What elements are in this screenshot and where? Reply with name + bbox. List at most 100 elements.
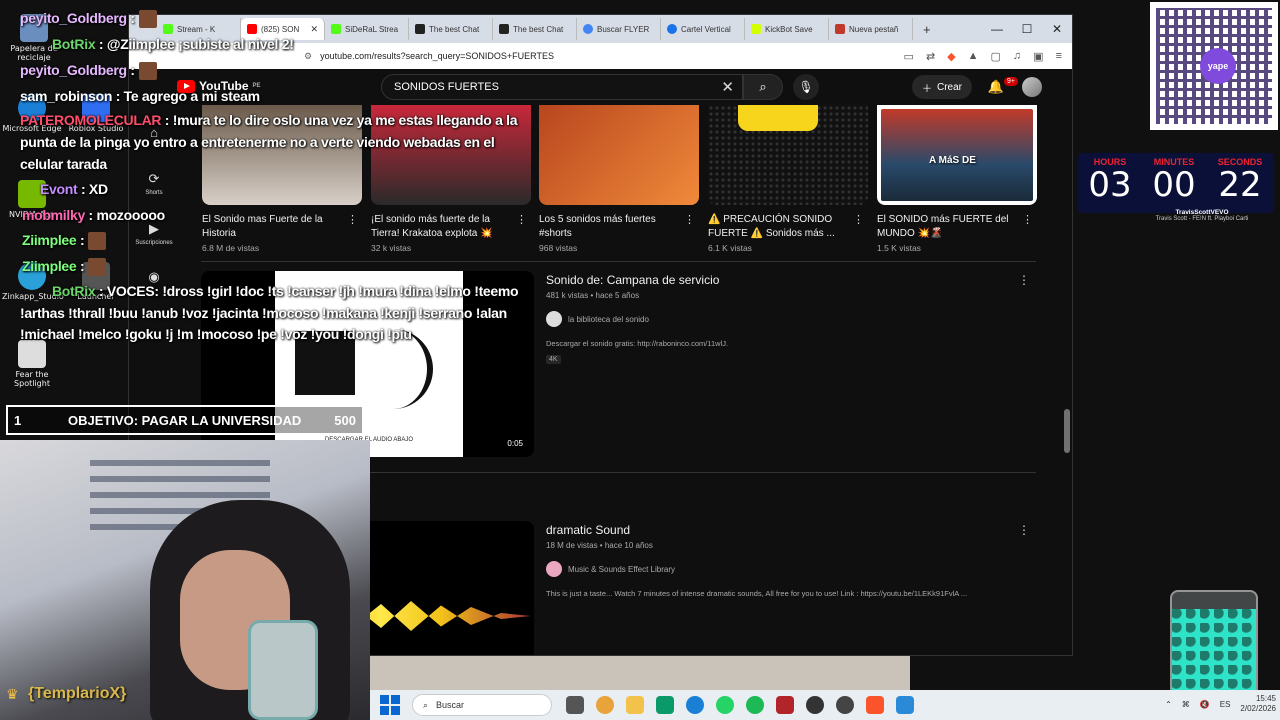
short-thumbnail[interactable] <box>202 105 362 205</box>
cast-icon[interactable]: ▭ <box>904 50 914 63</box>
notepad-icon[interactable] <box>896 696 914 714</box>
sidebar-item-you[interactable]: ◉ <box>129 269 179 288</box>
youtube-logo[interactable]: YouTube PE <box>177 79 261 93</box>
channel-link[interactable]: Music & Sounds Effect Library <box>546 561 675 577</box>
video-title[interactable]: Sonido de: Campana de servicio <box>546 273 719 287</box>
network-icon[interactable]: ⌘ <box>1182 700 1190 709</box>
launcher-icon[interactable]: Launcher <box>66 262 126 301</box>
taskbar-search[interactable]: ⌕ Buscar <box>412 694 552 716</box>
more-options-icon[interactable]: ⋮ <box>684 213 695 226</box>
tab-best-chat-1[interactable]: The best Chat <box>409 18 493 40</box>
store-icon[interactable] <box>656 696 674 714</box>
notifications-bell-icon[interactable]: 🔔 <box>988 79 1004 95</box>
short-thumbnail[interactable] <box>539 105 699 205</box>
file-explorer-icon[interactable] <box>626 696 644 714</box>
search-input[interactable]: SONIDOS FUERTES ✕ <box>381 74 743 100</box>
menu-icon[interactable]: ≡ <box>1056 50 1062 63</box>
tab-cartel-vertical[interactable]: Cartel Vertical <box>661 18 745 40</box>
short-title[interactable]: El SONIDO más FUERTE del MUNDO 💥🌋 <box>877 213 1017 241</box>
avatar[interactable] <box>1022 77 1042 97</box>
voice-search-button[interactable]: 🎙 <box>793 74 819 100</box>
short-card[interactable]: A MáS DE El SONIDO más FUERTE del MUNDO … <box>877 105 1037 253</box>
page-scrollbar[interactable] <box>1064 409 1070 453</box>
sidebar-toggle-icon[interactable]: ▢ <box>991 50 1001 63</box>
record-icon[interactable] <box>836 696 854 714</box>
tab-kickbot[interactable]: KickBot Save <box>745 18 829 40</box>
close-window-button[interactable]: ✕ <box>1042 15 1072 43</box>
tab-label: Stream - K <box>177 24 216 34</box>
nvidia-app-icon[interactable]: NVIDIA App <box>2 180 62 219</box>
close-tab-icon[interactable]: ✕ <box>310 24 318 35</box>
short-thumbnail[interactable] <box>708 105 868 205</box>
sidebar-item-home[interactable]: ⌂ <box>129 125 179 143</box>
volume-icon[interactable]: 🔇 <box>1200 700 1210 709</box>
url-text[interactable]: youtube.com/results?search_query=SONIDOS… <box>320 51 903 61</box>
search-query[interactable]: SONIDOS FUERTES <box>394 81 499 93</box>
recycle-bin-icon[interactable]: Papelera de reciclaje <box>4 14 64 62</box>
language-indicator[interactable]: ES <box>1220 700 1231 709</box>
dota-icon[interactable] <box>776 696 794 714</box>
tab-buscar-flyer[interactable]: Buscar FLYER <box>577 18 661 40</box>
goal-target: 500 <box>334 412 356 428</box>
music-icon[interactable]: ♫ <box>1013 50 1021 63</box>
chevron-up-icon[interactable]: ⌃ <box>1165 700 1172 709</box>
channel-avatar[interactable] <box>546 561 562 577</box>
search-button[interactable]: ⌕ <box>743 74 783 100</box>
new-tab-button[interactable]: + <box>923 22 931 37</box>
obs-icon[interactable] <box>806 696 824 714</box>
brave-shields-icon[interactable]: ◆ <box>947 50 955 63</box>
site-info-icon[interactable]: ⚙ <box>304 51 312 62</box>
more-options-icon[interactable]: ⋮ <box>1022 213 1033 226</box>
clear-search-icon[interactable]: ✕ <box>721 78 734 96</box>
clock[interactable]: 15:45 2/02/2026 <box>1240 694 1276 714</box>
rewards-icon[interactable]: ▲ <box>968 50 979 63</box>
task-view-icon[interactable] <box>566 696 584 714</box>
create-button[interactable]: ＋ Crear <box>911 75 972 99</box>
zinkapp-icon[interactable]: Zinkapp_Studio <box>2 262 64 301</box>
short-title[interactable]: ¡El sonido más fuerte de la Tierra! Krak… <box>371 213 511 241</box>
channel-link[interactable]: la biblioteca del sonido <box>546 311 649 327</box>
short-card[interactable]: ⚠️ PRECAUCIÓN SONIDO FUERTE ⚠️ Sonidos m… <box>708 105 868 253</box>
timer-hours: HOURS 03 <box>1080 157 1140 203</box>
spotify-icon[interactable] <box>746 696 764 714</box>
tab-best-chat-2[interactable]: The best Chat <box>493 18 577 40</box>
edge-icon[interactable] <box>686 696 704 714</box>
more-options-icon[interactable]: ⋮ <box>1018 273 1030 287</box>
search-icon: ⌕ <box>423 699 429 710</box>
channel-avatar[interactable] <box>546 311 562 327</box>
roblox-studio-icon[interactable]: Roblox Studio <box>66 94 126 133</box>
more-options-icon[interactable]: ⋮ <box>347 213 358 226</box>
fear-the-spotlight-icon[interactable]: Fear the Spotlight <box>2 340 62 388</box>
sidebar-item-shorts[interactable]: ⟳ Shorts <box>129 171 179 196</box>
edge-shortcut-icon[interactable]: Microsoft Edge <box>2 94 62 133</box>
video-title[interactable]: dramatic Sound <box>546 523 630 537</box>
short-title[interactable]: ⚠️ PRECAUCIÓN SONIDO FUERTE ⚠️ Sonidos m… <box>708 213 848 241</box>
short-thumbnail[interactable] <box>371 105 531 205</box>
windows-start-icon[interactable] <box>380 695 400 715</box>
sidebar-item-subscriptions[interactable]: ▶ Suscripciones <box>129 221 179 246</box>
tab-stream-kick[interactable]: Stream - K <box>157 18 241 40</box>
minimize-button[interactable]: — <box>982 15 1012 43</box>
whatsapp-icon[interactable] <box>716 696 734 714</box>
maximize-button[interactable]: ☐ <box>1012 15 1042 43</box>
tab-sideral-stream[interactable]: SiDeRaL Strea <box>325 18 409 40</box>
channel-name[interactable]: la biblioteca del sonido <box>568 315 649 324</box>
translate-icon[interactable]: ⇄ <box>926 50 935 63</box>
brave-icon[interactable] <box>866 696 884 714</box>
short-card[interactable]: Los 5 sonidos más fuertes #shorts 968 vi… <box>539 105 699 253</box>
channel-name[interactable]: Music & Sounds Effect Library <box>568 565 675 574</box>
more-options-icon[interactable]: ⋮ <box>516 213 527 226</box>
tab-new[interactable]: Nueva pestañ <box>829 18 913 40</box>
video-description: Descargar el sonido gratis: http://rabon… <box>546 339 729 348</box>
address-bar[interactable]: ⚙ youtube.com/results?search_query=SONID… <box>129 43 1072 69</box>
more-options-icon[interactable]: ⋮ <box>1018 523 1030 537</box>
short-card[interactable]: ¡El sonido más fuerte de la Tierra! Krak… <box>371 105 531 253</box>
copilot-icon[interactable] <box>596 696 614 714</box>
short-title[interactable]: Los 5 sonidos más fuertes #shorts <box>539 213 679 241</box>
tab-youtube-search[interactable]: (825) SON ✕ <box>241 18 325 40</box>
short-title[interactable]: El Sonido mas Fuerte de la Historia <box>202 213 342 241</box>
short-thumbnail[interactable]: A MáS DE <box>877 105 1037 205</box>
short-card[interactable]: El Sonido mas Fuerte de la Historia 6.8 … <box>202 105 362 253</box>
more-options-icon[interactable]: ⋮ <box>853 213 864 226</box>
wallet-icon[interactable]: ▣ <box>1033 50 1043 63</box>
